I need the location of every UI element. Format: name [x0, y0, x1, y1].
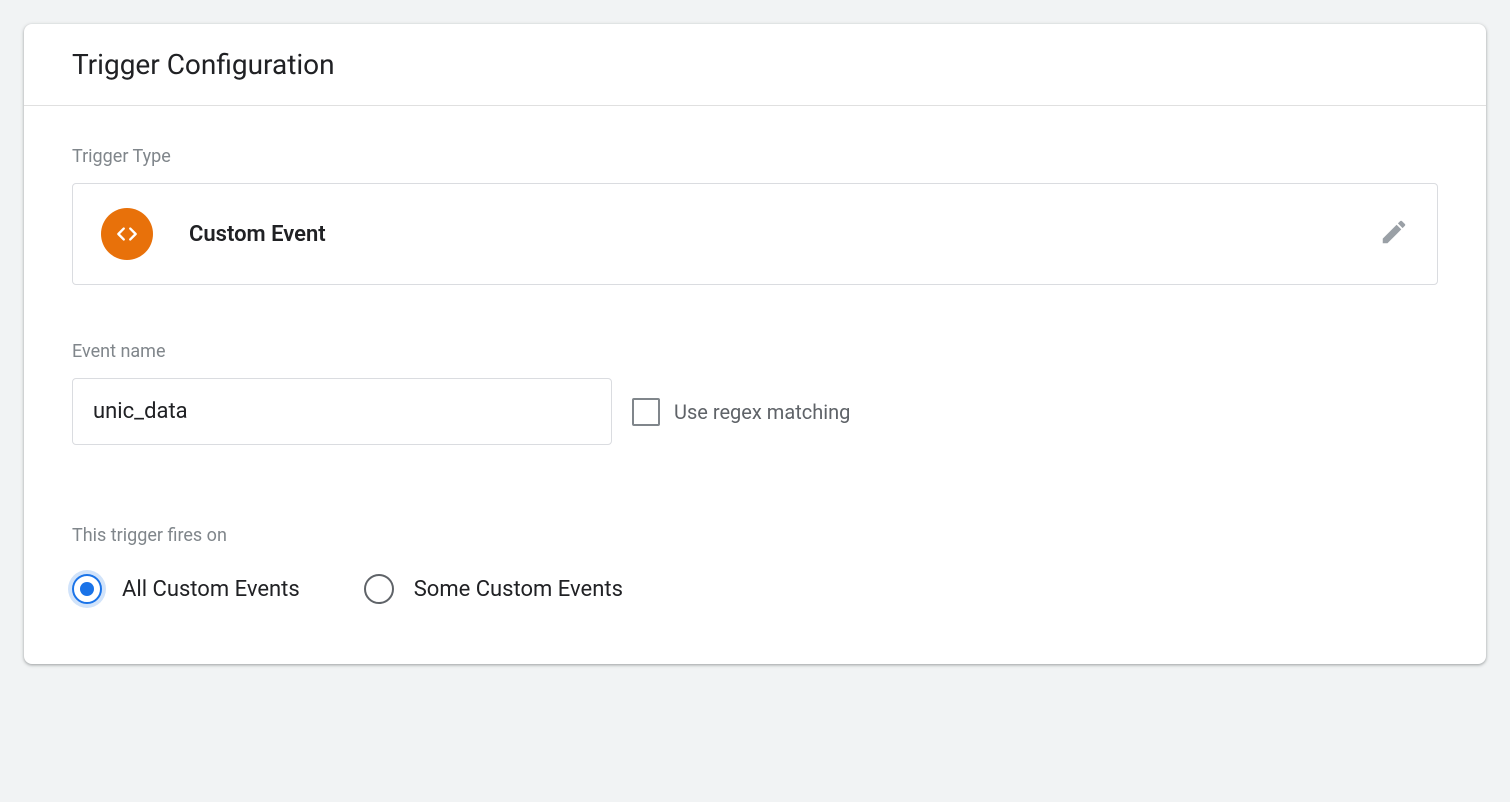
- pencil-icon[interactable]: [1379, 217, 1409, 251]
- trigger-config-card: Trigger Configuration Trigger Type Custo…: [24, 24, 1486, 664]
- trigger-type-name: Custom Event: [189, 222, 326, 247]
- radio-some-events[interactable]: Some Custom Events: [364, 574, 623, 604]
- code-icon: [101, 208, 153, 260]
- event-name-row: Use regex matching: [72, 378, 1438, 445]
- regex-checkbox-label: Use regex matching: [674, 400, 850, 424]
- radio-icon: [72, 574, 102, 604]
- card-header: Trigger Configuration: [24, 24, 1486, 106]
- fires-on-radio-group: All Custom Events Some Custom Events: [72, 574, 1438, 604]
- event-name-input[interactable]: [72, 378, 612, 445]
- trigger-type-left: Custom Event: [101, 208, 326, 260]
- fires-on-label: This trigger fires on: [72, 525, 1438, 546]
- event-name-label: Event name: [72, 341, 1438, 362]
- trigger-type-section: Trigger Type Custom Event: [72, 146, 1438, 285]
- card-body: Trigger Type Custom Event: [24, 106, 1486, 664]
- checkbox-icon: [632, 398, 660, 426]
- trigger-type-label: Trigger Type: [72, 146, 1438, 167]
- fires-on-section: This trigger fires on All Custom Events …: [72, 525, 1438, 604]
- event-name-section: Event name Use regex matching: [72, 341, 1438, 445]
- radio-label: All Custom Events: [122, 577, 300, 602]
- radio-label: Some Custom Events: [414, 577, 623, 602]
- radio-icon: [364, 574, 394, 604]
- page-title: Trigger Configuration: [72, 48, 1438, 81]
- regex-checkbox[interactable]: Use regex matching: [632, 398, 850, 426]
- trigger-type-selector[interactable]: Custom Event: [72, 183, 1438, 285]
- radio-all-events[interactable]: All Custom Events: [72, 574, 300, 604]
